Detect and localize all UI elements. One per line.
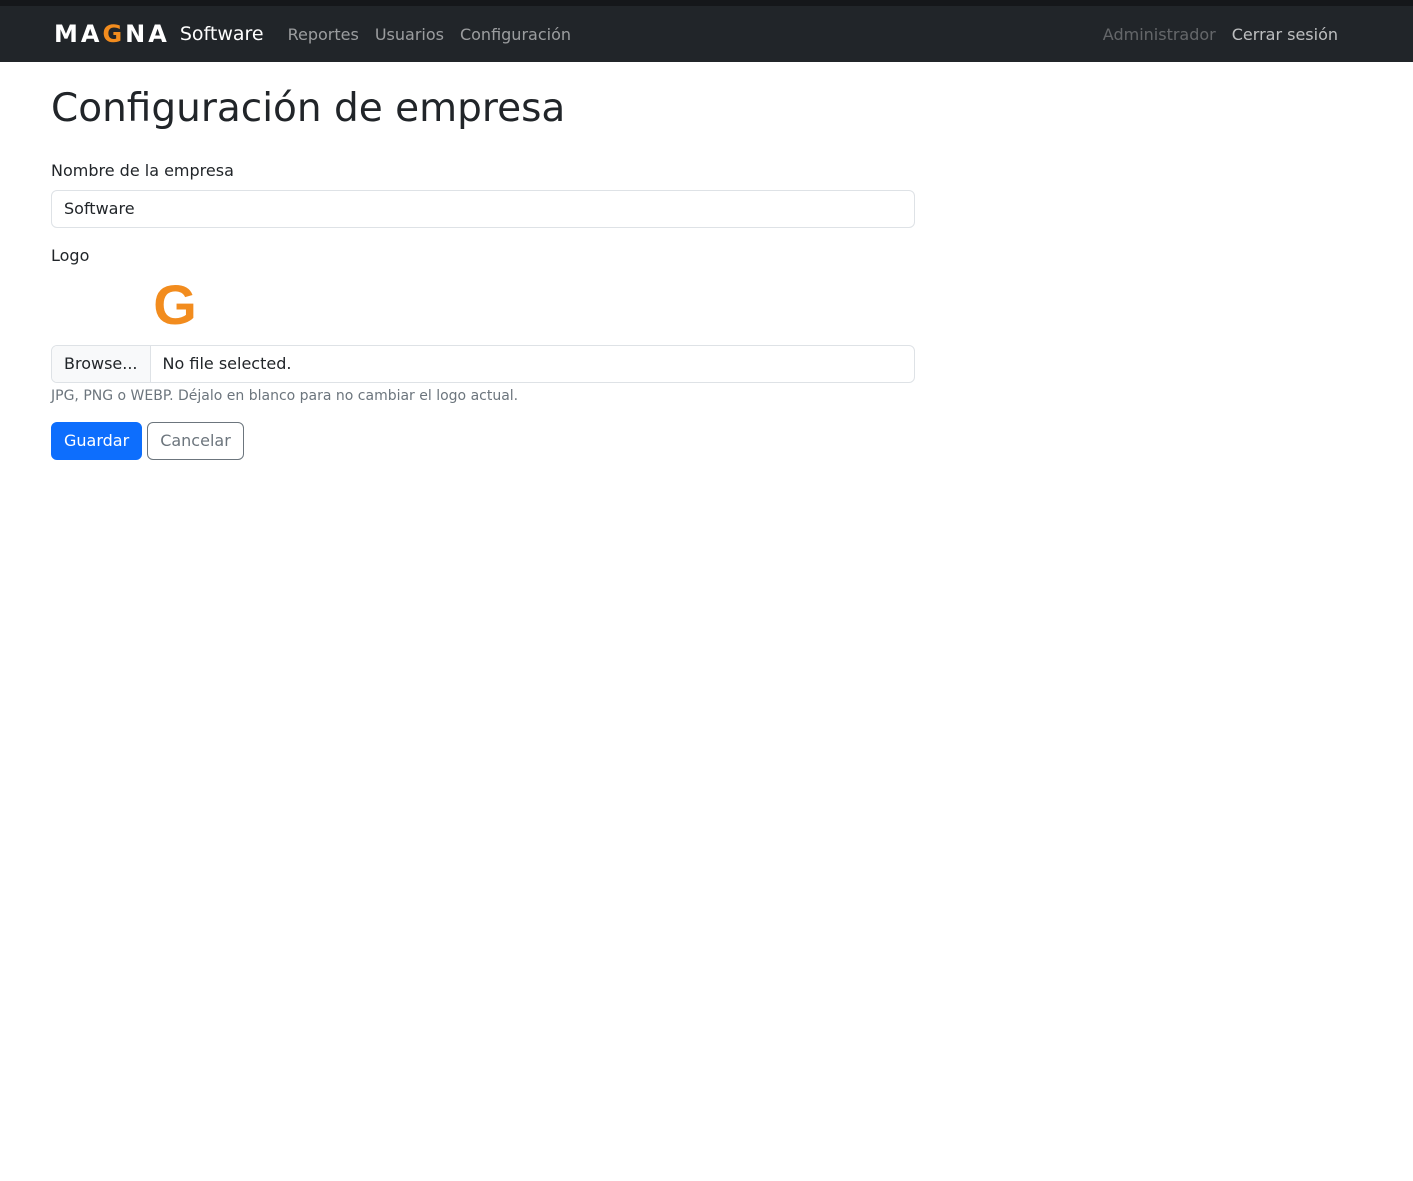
nav-link-usuarios[interactable]: Usuarios (367, 25, 452, 44)
logo-file-input[interactable]: Browse... No file selected. (51, 344, 915, 383)
file-status: No file selected. (162, 354, 292, 374)
navbar: MAGNA Software Reportes Usuarios Configu… (0, 6, 1413, 62)
nav-link-reportes[interactable]: Reportes (288, 25, 367, 44)
logo-preview: G (85, 275, 265, 335)
main-content: Configuración de empresa Nombre de la em… (0, 62, 1413, 484)
page-title: Configuración de empresa (51, 86, 566, 131)
cancel-button[interactable]: Cancelar (147, 421, 244, 460)
logo-label: Logo (51, 245, 90, 265)
current-user: Administrador (1102, 24, 1216, 44)
nav-link-configuracion[interactable]: Configuración (452, 25, 579, 44)
logout-link[interactable]: Cerrar sesión (1224, 25, 1338, 44)
logo-preview-image: G (153, 272, 197, 336)
company-name-label: Nombre de la empresa (51, 160, 234, 180)
form-actions: Guardar Cancelar (51, 421, 1362, 460)
brand-name: Software (179, 23, 264, 45)
nav-links: Reportes Usuarios Configuración (288, 25, 579, 44)
company-name-input[interactable] (51, 189, 915, 228)
brand-logo: MAGNA (54, 20, 170, 48)
brand[interactable]: MAGNA Software (54, 22, 264, 46)
nav-user-area: Administrador Cerrar sesión (1095, 6, 1338, 62)
browse-button[interactable]: Browse... (52, 345, 151, 382)
logo-help-text: JPG, PNG o WEBP. Déjalo en blanco para n… (51, 387, 519, 404)
save-button[interactable]: Guardar (51, 421, 143, 460)
